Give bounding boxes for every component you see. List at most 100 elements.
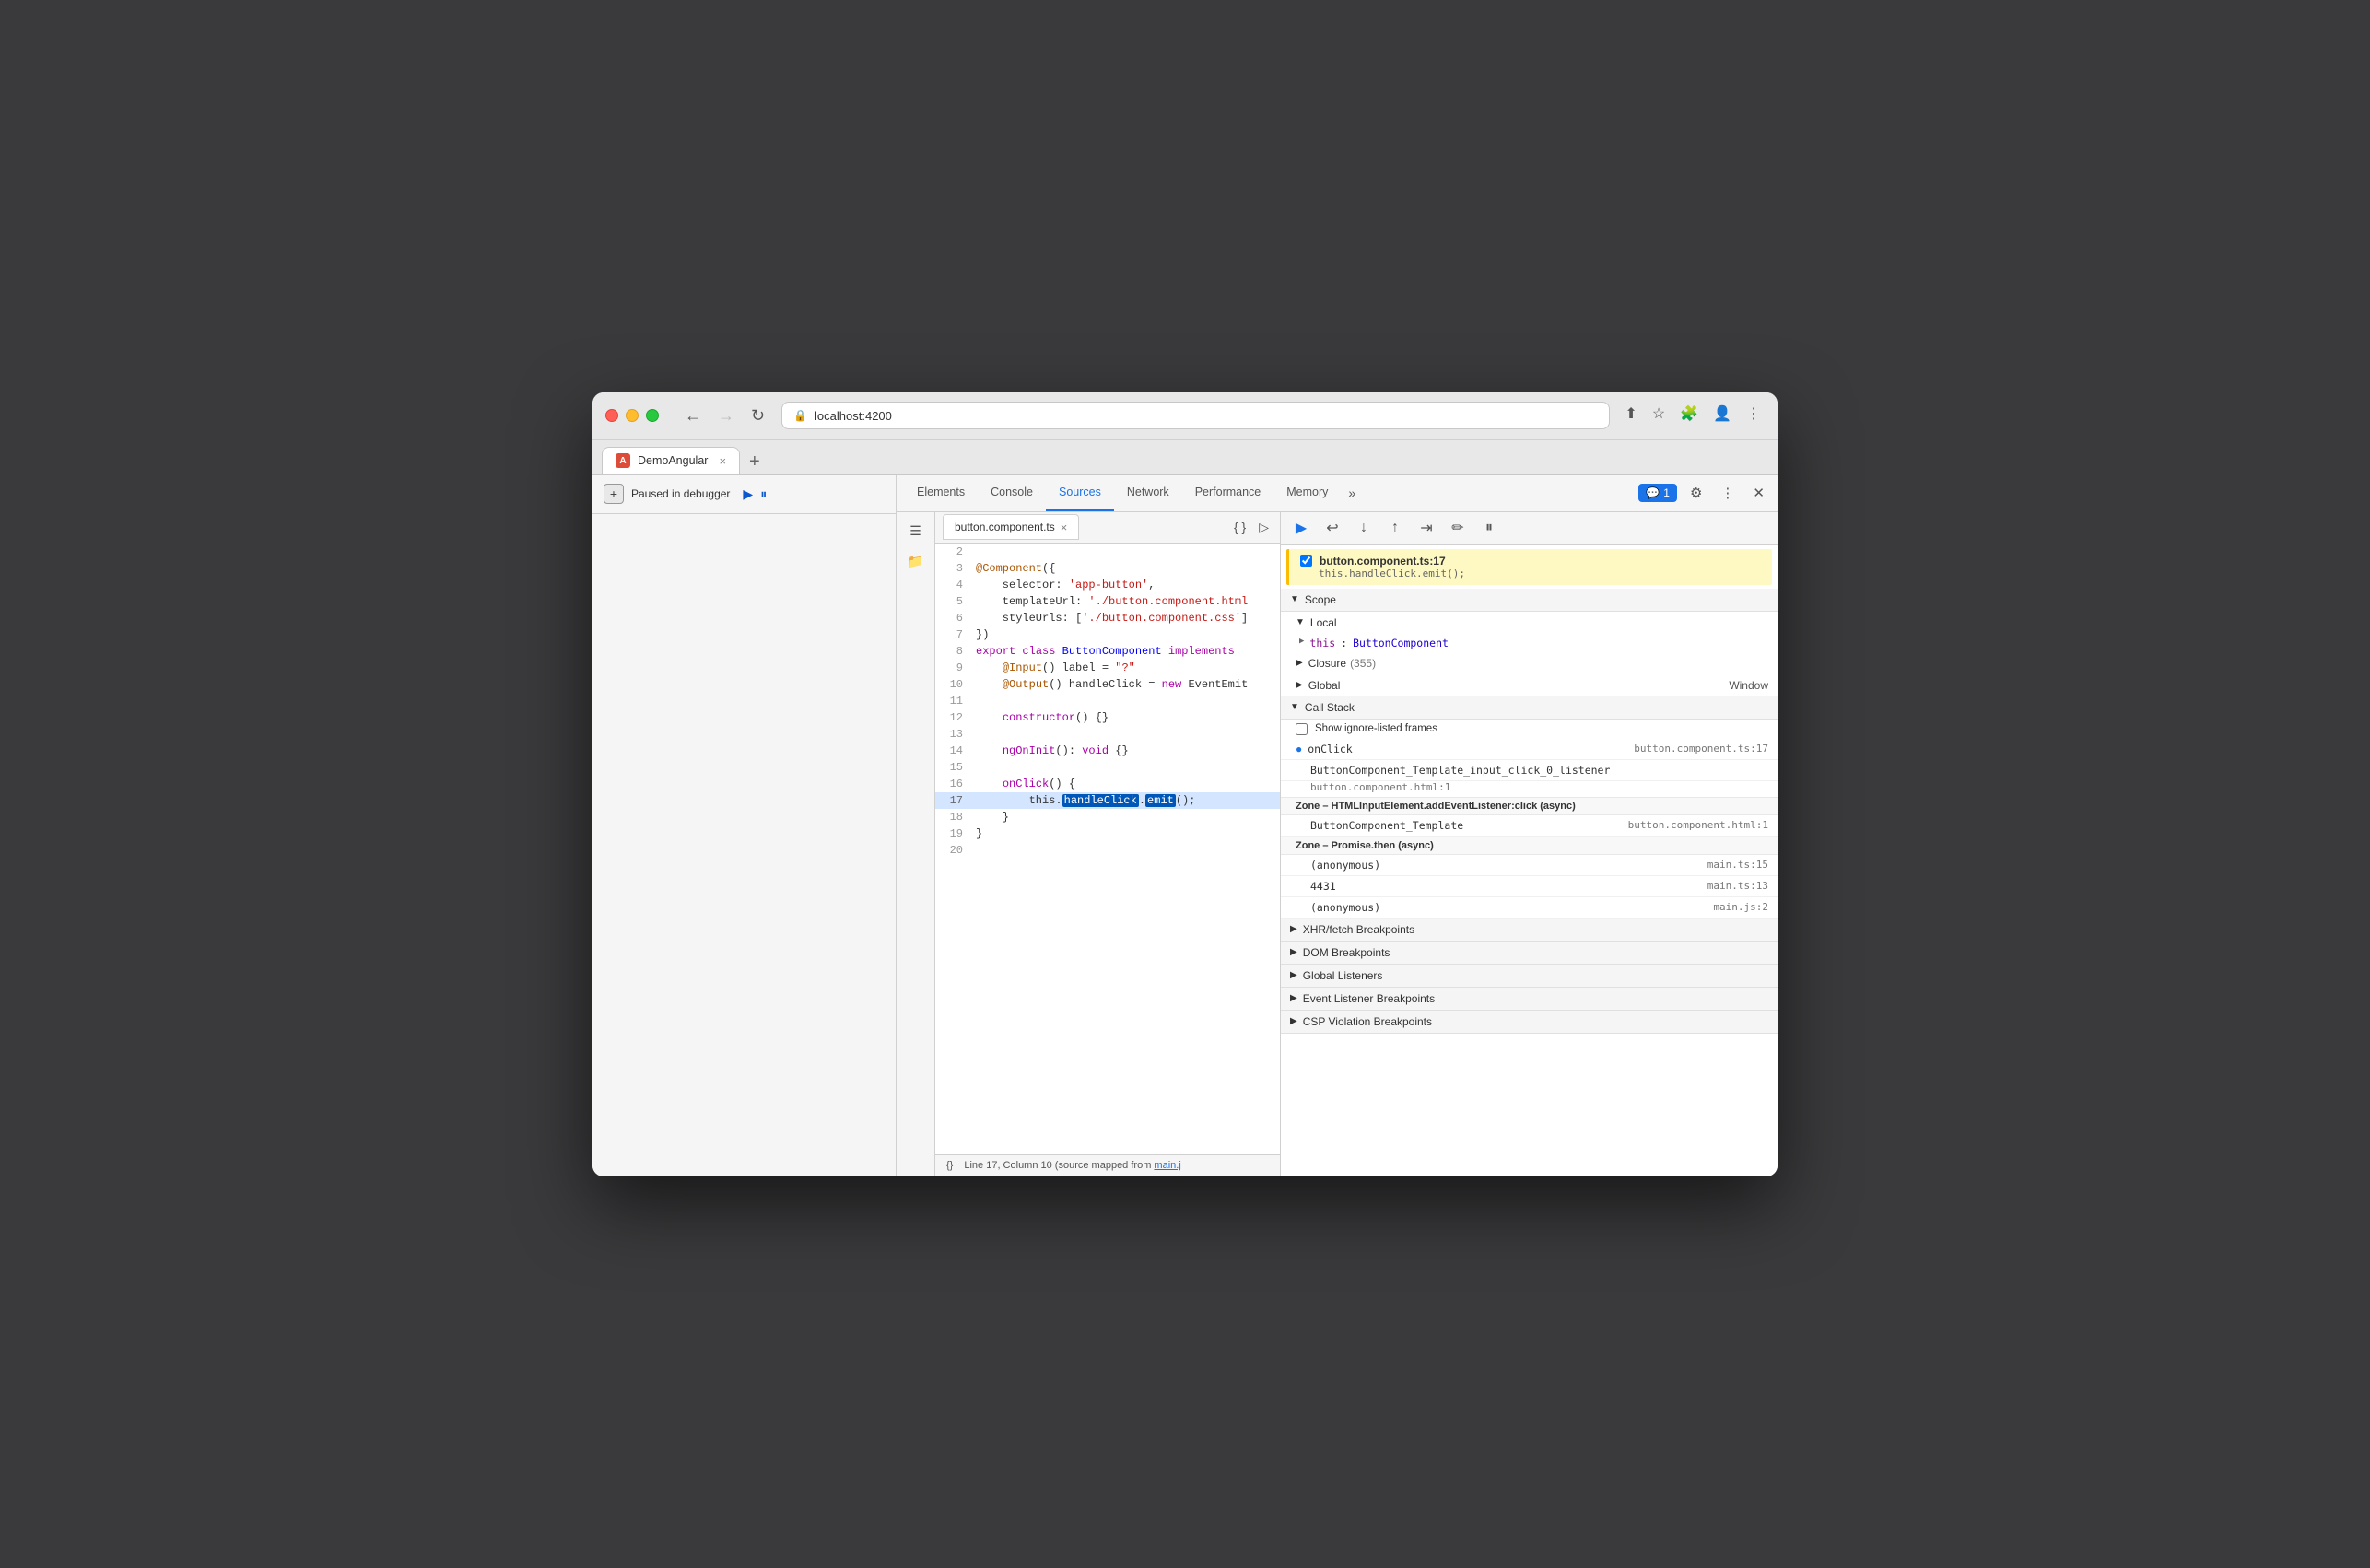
xhr-breakpoints-header[interactable]: ▶ XHR/fetch Breakpoints (1281, 919, 1778, 942)
issues-icon: 💬 (1646, 486, 1660, 499)
step-over-button[interactable]: ↩ (1320, 515, 1345, 541)
add-breakpoint-button[interactable]: + (604, 484, 624, 504)
code-line-14: 14 ngOnInit(): void {} (935, 743, 1280, 759)
csp-violation-header[interactable]: ▶ CSP Violation Breakpoints (1281, 1011, 1778, 1034)
closure-scope-header[interactable]: ▶ Closure (355) (1281, 652, 1778, 674)
address-bar[interactable]: 🔒 localhost:4200 (781, 402, 1610, 429)
code-area: button.component.ts × { } ▷ 2 (935, 512, 1280, 1176)
sources-panel-icon[interactable]: ☰ (906, 520, 925, 543)
step-button[interactable]: ⇥ (1414, 515, 1439, 541)
bookmark-icon[interactable]: ☆ (1648, 403, 1669, 425)
extensions-icon[interactable]: 🧩 (1676, 403, 1702, 425)
local-label: Local (1310, 616, 1337, 629)
breakpoint-checkbox[interactable] (1300, 555, 1312, 567)
event-listener-breakpoints-header[interactable]: ▶ Event Listener Breakpoints (1281, 988, 1778, 1011)
code-line-19: 19 } (935, 825, 1280, 842)
traffic-lights (605, 409, 659, 422)
profile-icon[interactable]: 👤 (1709, 403, 1735, 425)
file-tab-button-component[interactable]: button.component.ts × (943, 514, 1079, 540)
call-stack-template-click[interactable]: ButtonComponent_Template_input_click_0_l… (1281, 760, 1778, 781)
call-stack-anonymous-2[interactable]: (anonymous) main.js:2 (1281, 897, 1778, 919)
resume-script-button[interactable]: ▶ (1288, 515, 1314, 541)
devtools-close-button[interactable]: ✕ (1747, 483, 1770, 503)
maximize-button[interactable] (646, 409, 659, 422)
tab-memory[interactable]: Memory (1273, 475, 1341, 512)
tab-performance[interactable]: Performance (1182, 475, 1274, 512)
file-tab-close[interactable]: × (1061, 521, 1068, 534)
pretty-print-btn[interactable]: {} (946, 1160, 953, 1171)
step-out-button[interactable]: ↑ (1382, 515, 1408, 541)
code-line-9: 9 @Input() label = "?" (935, 660, 1280, 676)
tab-console[interactable]: Console (978, 475, 1046, 512)
issues-badge[interactable]: 💬 1 (1638, 484, 1677, 502)
devtools-settings-button[interactable]: ⚙ (1684, 483, 1707, 503)
ignore-frames-checkbox[interactable] (1296, 723, 1308, 735)
global-value: Window (1729, 679, 1768, 692)
resume-button[interactable]: ▶ (741, 485, 755, 504)
code-line-6: 6 styleUrls: ['./button.component.css'] (935, 610, 1280, 626)
scope-this-arrow[interactable]: ▶ (1299, 637, 1304, 646)
back-button[interactable]: ← (679, 404, 707, 427)
devtools-panel: Elements Console Sources Network Perform… (897, 475, 1778, 1176)
pause-button[interactable]: ⏸ (758, 485, 768, 504)
format-icon[interactable]: { } (1230, 516, 1250, 539)
scope-section-header[interactable]: ▼ Scope (1281, 589, 1778, 612)
call-stack-section-header[interactable]: ▼ Call Stack (1281, 696, 1778, 720)
scope-this-item: ▶ this : ButtonComponent (1281, 634, 1778, 652)
forward-button[interactable]: → (712, 404, 740, 427)
breakpoint-checkbox-row: button.component.ts:17 (1300, 555, 1761, 568)
code-line-17: 17 this.handleClick.emit(); (935, 792, 1280, 809)
call-stack-onclick[interactable]: ● onClick button.component.ts:17 (1281, 739, 1778, 760)
source-map-link[interactable]: main.j (1154, 1160, 1180, 1171)
step-into-button[interactable]: ↓ (1351, 515, 1377, 541)
devtools-more-button[interactable]: ⋮ (1715, 483, 1740, 503)
debug-panel: ▶ ↩ ↓ ↑ ⇥ ✏ ⏸ button.component.ts (1280, 512, 1778, 1176)
code-line-2: 2 (935, 544, 1280, 560)
new-tab-button[interactable]: + (740, 451, 769, 473)
browser-tab-demoangular[interactable]: A DemoAngular × (602, 447, 740, 474)
global-arrow: ▶ (1296, 680, 1303, 690)
global-scope-header[interactable]: ▶ Global Window (1281, 674, 1778, 696)
call-stack-template-click-file: button.component.html:1 (1281, 781, 1778, 797)
issues-count: 1 (1663, 486, 1670, 499)
local-scope-header[interactable]: ▼ Local (1281, 612, 1778, 634)
code-editor[interactable]: 2 3 @Component({ 4 selector: 'app-button… (935, 544, 1280, 1154)
file-tab-bar: button.component.ts × { } ▷ (935, 512, 1280, 544)
more-tabs-button[interactable]: » (1341, 486, 1363, 500)
pretty-print-icon[interactable]: ▷ (1255, 516, 1273, 539)
close-button[interactable] (605, 409, 618, 422)
call-stack-content: Show ignore-listed frames ● onClick butt… (1281, 720, 1778, 919)
code-line-13: 13 (935, 726, 1280, 743)
devtools-right-controls: 💬 1 ⚙ ⋮ ✕ (1638, 483, 1770, 503)
sources-sidebar: ☰ 📁 (897, 512, 935, 1176)
dom-breakpoints-header[interactable]: ▶ DOM Breakpoints (1281, 942, 1778, 965)
address-text: localhost:4200 (815, 409, 892, 423)
closure-count: (355) (1350, 657, 1376, 670)
call-stack-4431[interactable]: 4431 main.ts:13 (1281, 876, 1778, 897)
breakpoint-entry: button.component.ts:17 this.handleClick.… (1286, 549, 1772, 585)
global-listeners-header[interactable]: ▶ Global Listeners (1281, 965, 1778, 988)
code-line-8: 8 export class ButtonComponent implement… (935, 643, 1280, 660)
call-stack-arrow: ▼ (1290, 702, 1299, 712)
tab-elements[interactable]: Elements (904, 475, 978, 512)
file-tab-right-controls: { } ▷ (1230, 516, 1273, 539)
code-line-4: 4 selector: 'app-button', (935, 577, 1280, 593)
dom-label: DOM Breakpoints (1303, 946, 1390, 959)
tab-network[interactable]: Network (1114, 475, 1182, 512)
tab-close-button[interactable]: × (719, 454, 726, 468)
deactivate-breakpoints-button[interactable]: ✏ (1445, 515, 1471, 541)
share-icon[interactable]: ⬆ (1621, 403, 1640, 425)
pause-exceptions-button[interactable]: ⏸ (1476, 515, 1502, 541)
menu-icon[interactable]: ⋮ (1742, 403, 1765, 425)
minimize-button[interactable] (626, 409, 639, 422)
filesystem-icon[interactable]: 📁 (904, 550, 927, 573)
breakpoint-code: this.handleClick.emit(); (1319, 568, 1761, 579)
refresh-button[interactable]: ↻ (745, 404, 770, 427)
code-line-12: 12 constructor() {} (935, 709, 1280, 726)
current-frame-icon: ● (1296, 743, 1302, 755)
paused-text: Paused in debugger (631, 487, 730, 500)
call-stack-anonymous-1[interactable]: (anonymous) main.ts:15 (1281, 855, 1778, 876)
call-stack-button-template[interactable]: ButtonComponent_Template button.componen… (1281, 815, 1778, 837)
tab-sources[interactable]: Sources (1046, 475, 1114, 512)
zone-addeventlistener: Zone – HTMLInputElement.addEventListener… (1281, 797, 1778, 815)
